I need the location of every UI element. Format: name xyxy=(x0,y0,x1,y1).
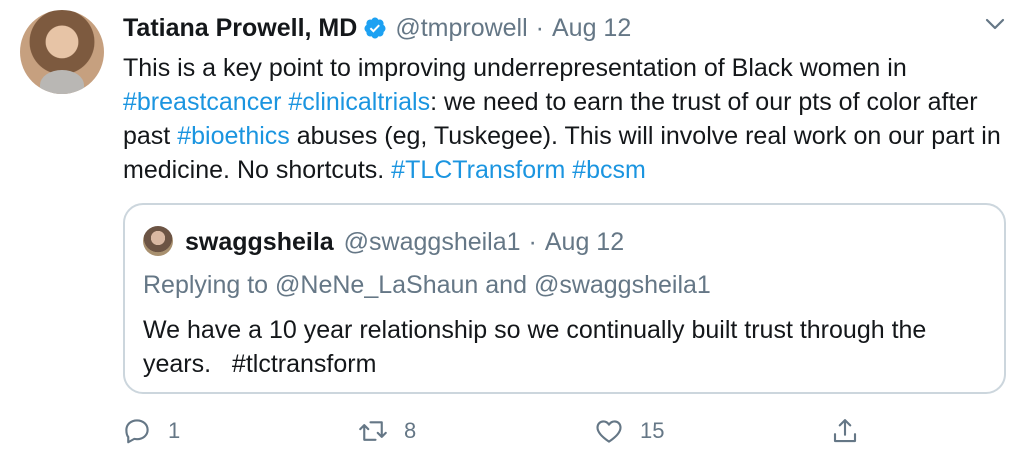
quoted-date: Aug 12 xyxy=(544,227,625,256)
quoted-tweet-card[interactable]: swaggsheila @swaggsheila1 · Aug 12 Reply… xyxy=(123,203,1006,394)
reply-button[interactable]: 1 xyxy=(122,413,180,449)
retweet-count: 8 xyxy=(404,418,417,443)
chevron-down-icon[interactable] xyxy=(980,11,1010,37)
quoted-author-name: swaggsheila xyxy=(185,227,334,256)
hashtag-tlctransform[interactable]: #TLCTransform xyxy=(391,156,565,184)
hashtag-bioethics[interactable]: #bioethics xyxy=(177,122,290,150)
like-button[interactable]: 15 xyxy=(594,413,664,449)
retweet-button[interactable]: 8 xyxy=(358,413,416,449)
separator-dot: · xyxy=(528,227,537,256)
like-icon xyxy=(596,420,622,443)
like-count: 15 xyxy=(640,418,665,443)
hashtag-clinicaltrials[interactable]: #clinicaltrials xyxy=(288,88,430,116)
reply-count: 1 xyxy=(168,418,181,443)
quoted-tweet-header: swaggsheila @swaggsheila1 · Aug 12 xyxy=(185,227,624,257)
tweet-text: This is a key point to improving underre… xyxy=(123,54,1001,184)
mention-swaggsheila1: @swaggsheila1 xyxy=(533,271,711,299)
replying-to: Replying to @NeNe_LaShaun and @swaggshei… xyxy=(143,271,711,299)
quoted-author-handle: @swaggsheila1 xyxy=(343,227,521,256)
separator-dot: · xyxy=(535,13,544,42)
quoted-tweet-text: We have a 10 year relationship so we con… xyxy=(143,316,934,378)
retweet-icon xyxy=(359,421,387,441)
tweet-header: Tatiana Prowell, MD @tmprowell · Aug 12 xyxy=(123,12,631,44)
hashtag-breastcancer[interactable]: #breastcancer xyxy=(123,88,281,116)
hashtag-bcsm[interactable]: #bcsm xyxy=(572,156,646,184)
verified-badge-icon xyxy=(363,16,387,40)
share-icon xyxy=(833,419,857,443)
author-display-name[interactable]: Tatiana Prowell, MD xyxy=(123,14,357,43)
quoted-author-avatar xyxy=(143,226,173,256)
share-button[interactable] xyxy=(830,413,876,449)
tweet-date[interactable]: Aug 12 xyxy=(552,14,631,43)
reply-icon xyxy=(125,419,149,444)
author-avatar[interactable] xyxy=(20,10,104,94)
mention-nene-lashaun: @NeNe_LaShaun xyxy=(275,271,479,299)
author-handle[interactable]: @tmprowell xyxy=(395,14,527,43)
tweet-actions: 1 8 15 xyxy=(122,413,1022,449)
